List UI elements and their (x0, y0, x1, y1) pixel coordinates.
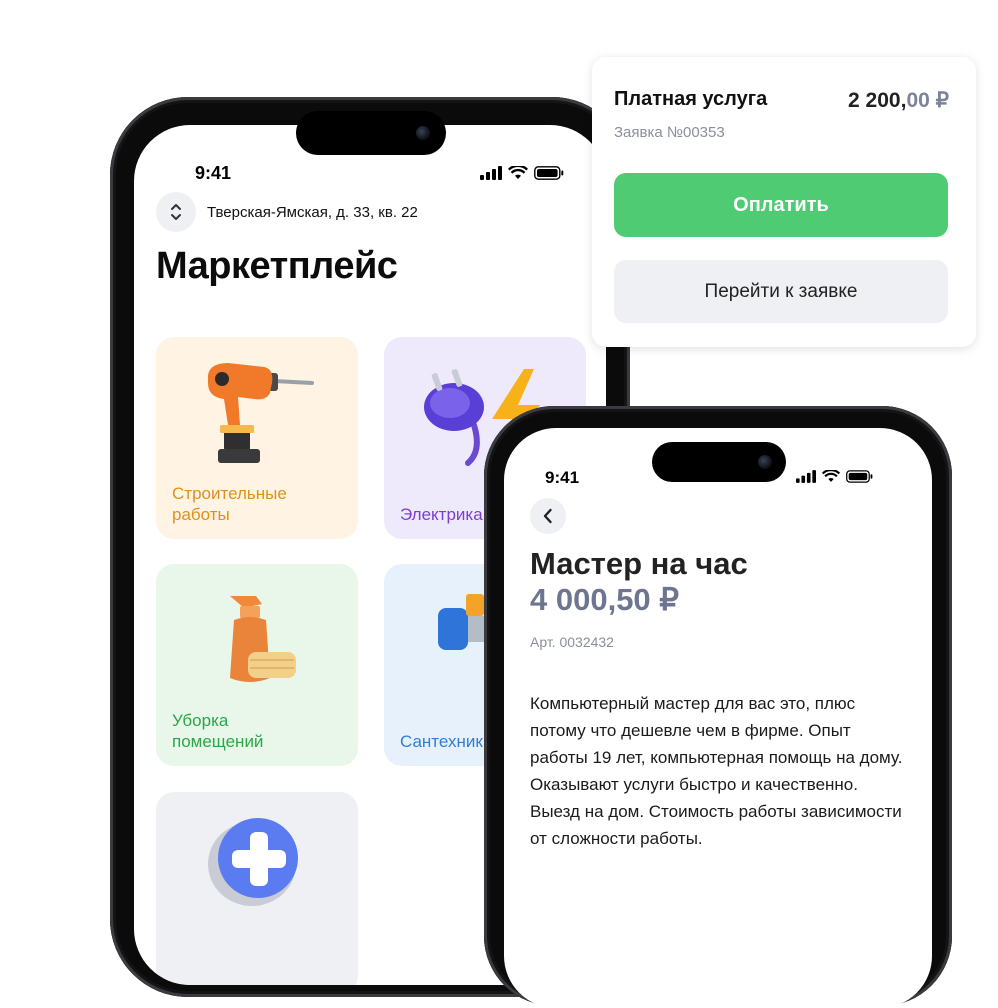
battery-icon (846, 470, 873, 483)
address-switch-button[interactable] (156, 192, 196, 232)
signal-icon (480, 166, 502, 180)
service-description: Компьютерный мастер для вас это, плюс по… (530, 694, 903, 848)
category-label: Строительные работы (172, 484, 287, 524)
category-cleaning[interactable]: Уборка помещений (156, 564, 358, 766)
back-button[interactable] (530, 498, 566, 534)
status-icons (480, 166, 564, 180)
status-time: 9:41 (195, 163, 232, 183)
request-number: Заявка №00353 (614, 124, 725, 141)
status-icons (796, 470, 873, 483)
status-time: 9:41 (545, 468, 580, 487)
service-title: Мастер на час (530, 546, 748, 581)
battery-icon (534, 166, 564, 180)
payment-amount-frac: 00 ₽ (906, 89, 949, 112)
chevron-left-icon (543, 508, 552, 524)
payment-amount-int: 2 200, (848, 89, 907, 112)
service-article: Арт. 0032432 (530, 634, 614, 650)
spray-bottle-icon (230, 596, 296, 682)
dynamic-island (296, 111, 446, 155)
category-construction[interactable]: Строительные работы (156, 337, 358, 539)
go-to-request-button[interactable]: Перейти к заявке (614, 260, 948, 323)
service-screen: 9:41 Мастер на час 4 000,50 ₽ Арт. 00324… (504, 428, 932, 1008)
camera-icon (758, 455, 772, 469)
category-add[interactable] (156, 792, 358, 985)
category-label: Уборка помещений (172, 711, 264, 751)
address-text: Тверская-Ямская, д. 33, кв. 22 (207, 203, 418, 221)
payment-card: Платная услуга 2 200,00 ₽ Заявка №00353 … (592, 57, 976, 347)
service-price: 4 000,50 ₽ (530, 582, 680, 617)
wifi-icon (822, 470, 840, 482)
address-selector[interactable]: Тверская-Ямская, д. 33, кв. 22 (156, 192, 418, 232)
category-label: Сантехника (400, 732, 493, 751)
service-phone: 9:41 Мастер на час 4 000,50 ₽ Арт. 00324… (484, 406, 952, 1008)
payment-amount: 2 200,00 ₽ (848, 88, 949, 113)
pay-button[interactable]: Оплатить (614, 173, 948, 237)
wifi-icon (508, 166, 528, 179)
category-label: Электрика (400, 505, 483, 524)
signal-icon (796, 470, 816, 483)
page-title: Маркетплейс (156, 245, 398, 287)
camera-icon (416, 126, 430, 140)
dynamic-island (652, 442, 786, 482)
chevron-up-down-icon (171, 204, 181, 220)
plus-icon (208, 818, 298, 906)
drill-icon (208, 363, 314, 463)
payment-title: Платная услуга (614, 88, 768, 110)
